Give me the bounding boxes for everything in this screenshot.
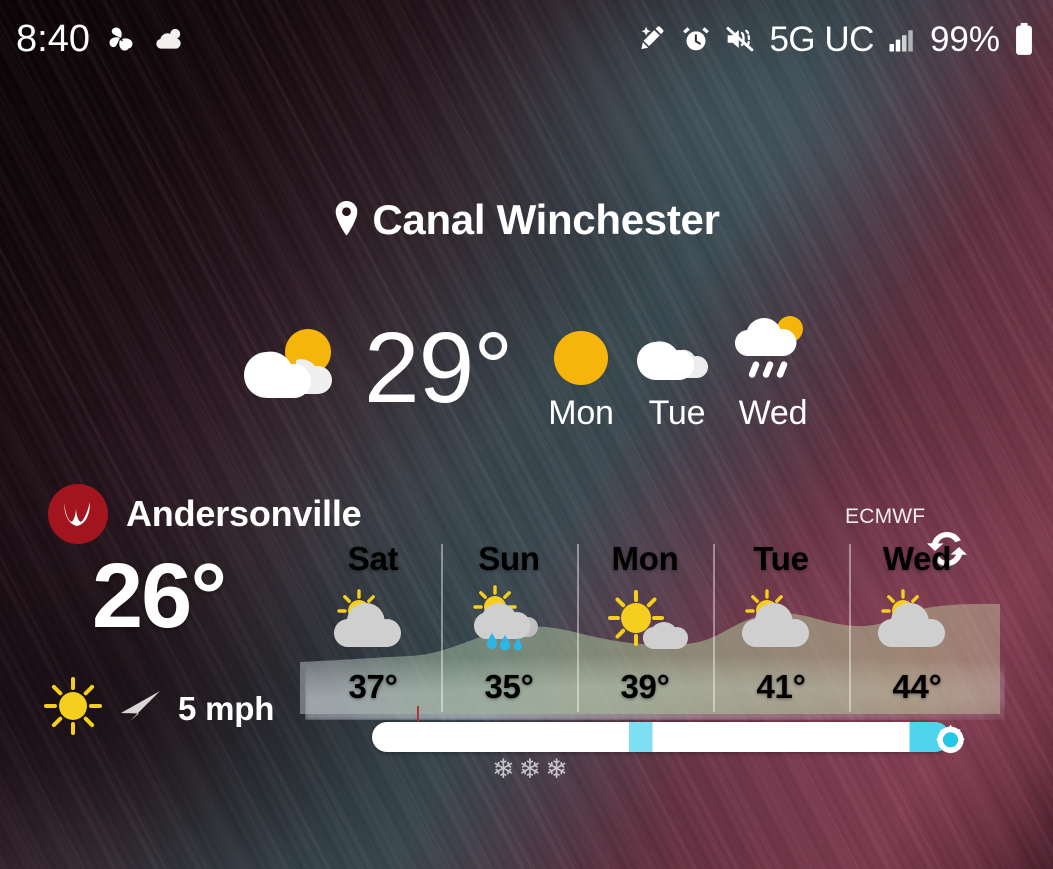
forecast-col-tue[interactable]: Tue 41° bbox=[713, 540, 849, 715]
stock-day-label: Mon bbox=[548, 394, 614, 432]
partly-cloudy-icon bbox=[240, 322, 346, 413]
wind-arrow-icon bbox=[118, 689, 164, 728]
stock-day-tue[interactable]: Tue bbox=[632, 324, 722, 433]
rain-sun-icon bbox=[728, 316, 818, 388]
forecast-temp: 39° bbox=[620, 668, 670, 705]
forecast-day-label: Sat bbox=[347, 540, 399, 577]
forecast-col-sat[interactable]: Sat 37° bbox=[305, 540, 441, 715]
sun-cloud-rain-icon bbox=[441, 582, 577, 660]
forecast-day-label: Tue bbox=[753, 540, 809, 577]
stock-day-mon[interactable]: Mon bbox=[536, 324, 626, 433]
sun-cloud-icon bbox=[713, 582, 849, 660]
snowflake-icon: ❄ bbox=[518, 754, 542, 784]
stylus-icon bbox=[638, 23, 668, 55]
snowflake-icon: ❄ bbox=[492, 754, 515, 784]
wu-city-name: Andersonville bbox=[126, 493, 362, 534]
status-bar: 8:40 5G UC 99% bbox=[0, 0, 1053, 78]
forecast-col-sun[interactable]: Sun 35° bbox=[441, 540, 577, 715]
alarm-icon bbox=[681, 23, 711, 55]
weather-underground-logo bbox=[48, 484, 108, 544]
stock-day-label: Wed bbox=[738, 394, 808, 432]
wu-forecast-strip[interactable]: Sat 37° Sun 35° Mon 39° Tue 41° Wed 44° bbox=[300, 540, 1005, 720]
forecast-col-mon[interactable]: Mon 39° bbox=[577, 540, 713, 715]
forecast-temp: 35° bbox=[484, 668, 534, 705]
current-conditions[interactable]: 29° bbox=[240, 311, 513, 424]
cloudy-icon bbox=[632, 324, 722, 388]
stock-day-label: Tue bbox=[648, 394, 706, 432]
stock-day-wed[interactable]: Wed bbox=[728, 316, 818, 433]
snowflake-icon: ❄ bbox=[545, 754, 568, 784]
status-bar-clock: 8:40 bbox=[16, 18, 90, 60]
forecast-col-wed[interactable]: Wed 44° bbox=[849, 540, 985, 715]
wu-header[interactable]: Andersonville bbox=[48, 484, 362, 544]
forecast-day-label: Mon bbox=[611, 540, 679, 577]
forecast-day-label: Wed bbox=[882, 540, 952, 577]
forecast-columns[interactable]: Sat 37° Sun 35° Mon 39° Tue 41° Wed 44° bbox=[305, 540, 985, 715]
gear-icon[interactable] bbox=[924, 713, 976, 770]
location-name: Canal Winchester bbox=[372, 196, 720, 243]
cloud-sun-icon bbox=[152, 24, 186, 54]
mute-vibrate-icon bbox=[724, 24, 756, 54]
sun-small-cloud-icon bbox=[577, 582, 713, 660]
battery-percent-label: 99% bbox=[929, 19, 1000, 59]
current-temperature: 29° bbox=[364, 311, 513, 424]
status-bar-left: 8:40 bbox=[0, 20, 186, 58]
stock-forecast-days[interactable]: Mon Tue Wed bbox=[536, 316, 818, 433]
sun-cloud-icon bbox=[849, 582, 985, 660]
battery-icon bbox=[1013, 22, 1035, 56]
wu-wind-speed: 5 mph bbox=[178, 689, 275, 727]
stock-weather-widget[interactable]: Canal Winchester 29° Mon Tue Wed bbox=[0, 196, 1053, 432]
wu-current-temperature: 26° bbox=[92, 545, 227, 647]
forecast-now-tick bbox=[417, 706, 419, 722]
sunny-icon bbox=[536, 324, 626, 388]
forecast-temp: 37° bbox=[348, 668, 398, 705]
wu-model-label: ECMWF bbox=[845, 505, 926, 528]
status-bar-right: 5G UC 99% bbox=[638, 22, 1053, 57]
sunny-icon bbox=[42, 675, 104, 742]
wu-wind-row: 5 mph bbox=[42, 675, 274, 742]
forecast-day-label: Sun bbox=[478, 540, 540, 577]
location-pin-icon bbox=[333, 200, 360, 241]
snow-indicator-row: ❄ ❄ ❄ bbox=[492, 756, 568, 783]
network-type-label: 5G UC bbox=[769, 19, 874, 59]
sun-cloud-icon bbox=[305, 582, 441, 660]
location-row[interactable]: Canal Winchester bbox=[0, 196, 1053, 244]
pinwheel-icon bbox=[104, 22, 138, 56]
precipitation-bar[interactable] bbox=[372, 722, 950, 752]
stock-weather-body: 29° Mon Tue Wed bbox=[0, 244, 1053, 432]
forecast-temp: 41° bbox=[756, 668, 806, 705]
forecast-temp: 44° bbox=[892, 668, 942, 705]
signal-bars-icon bbox=[887, 24, 917, 54]
